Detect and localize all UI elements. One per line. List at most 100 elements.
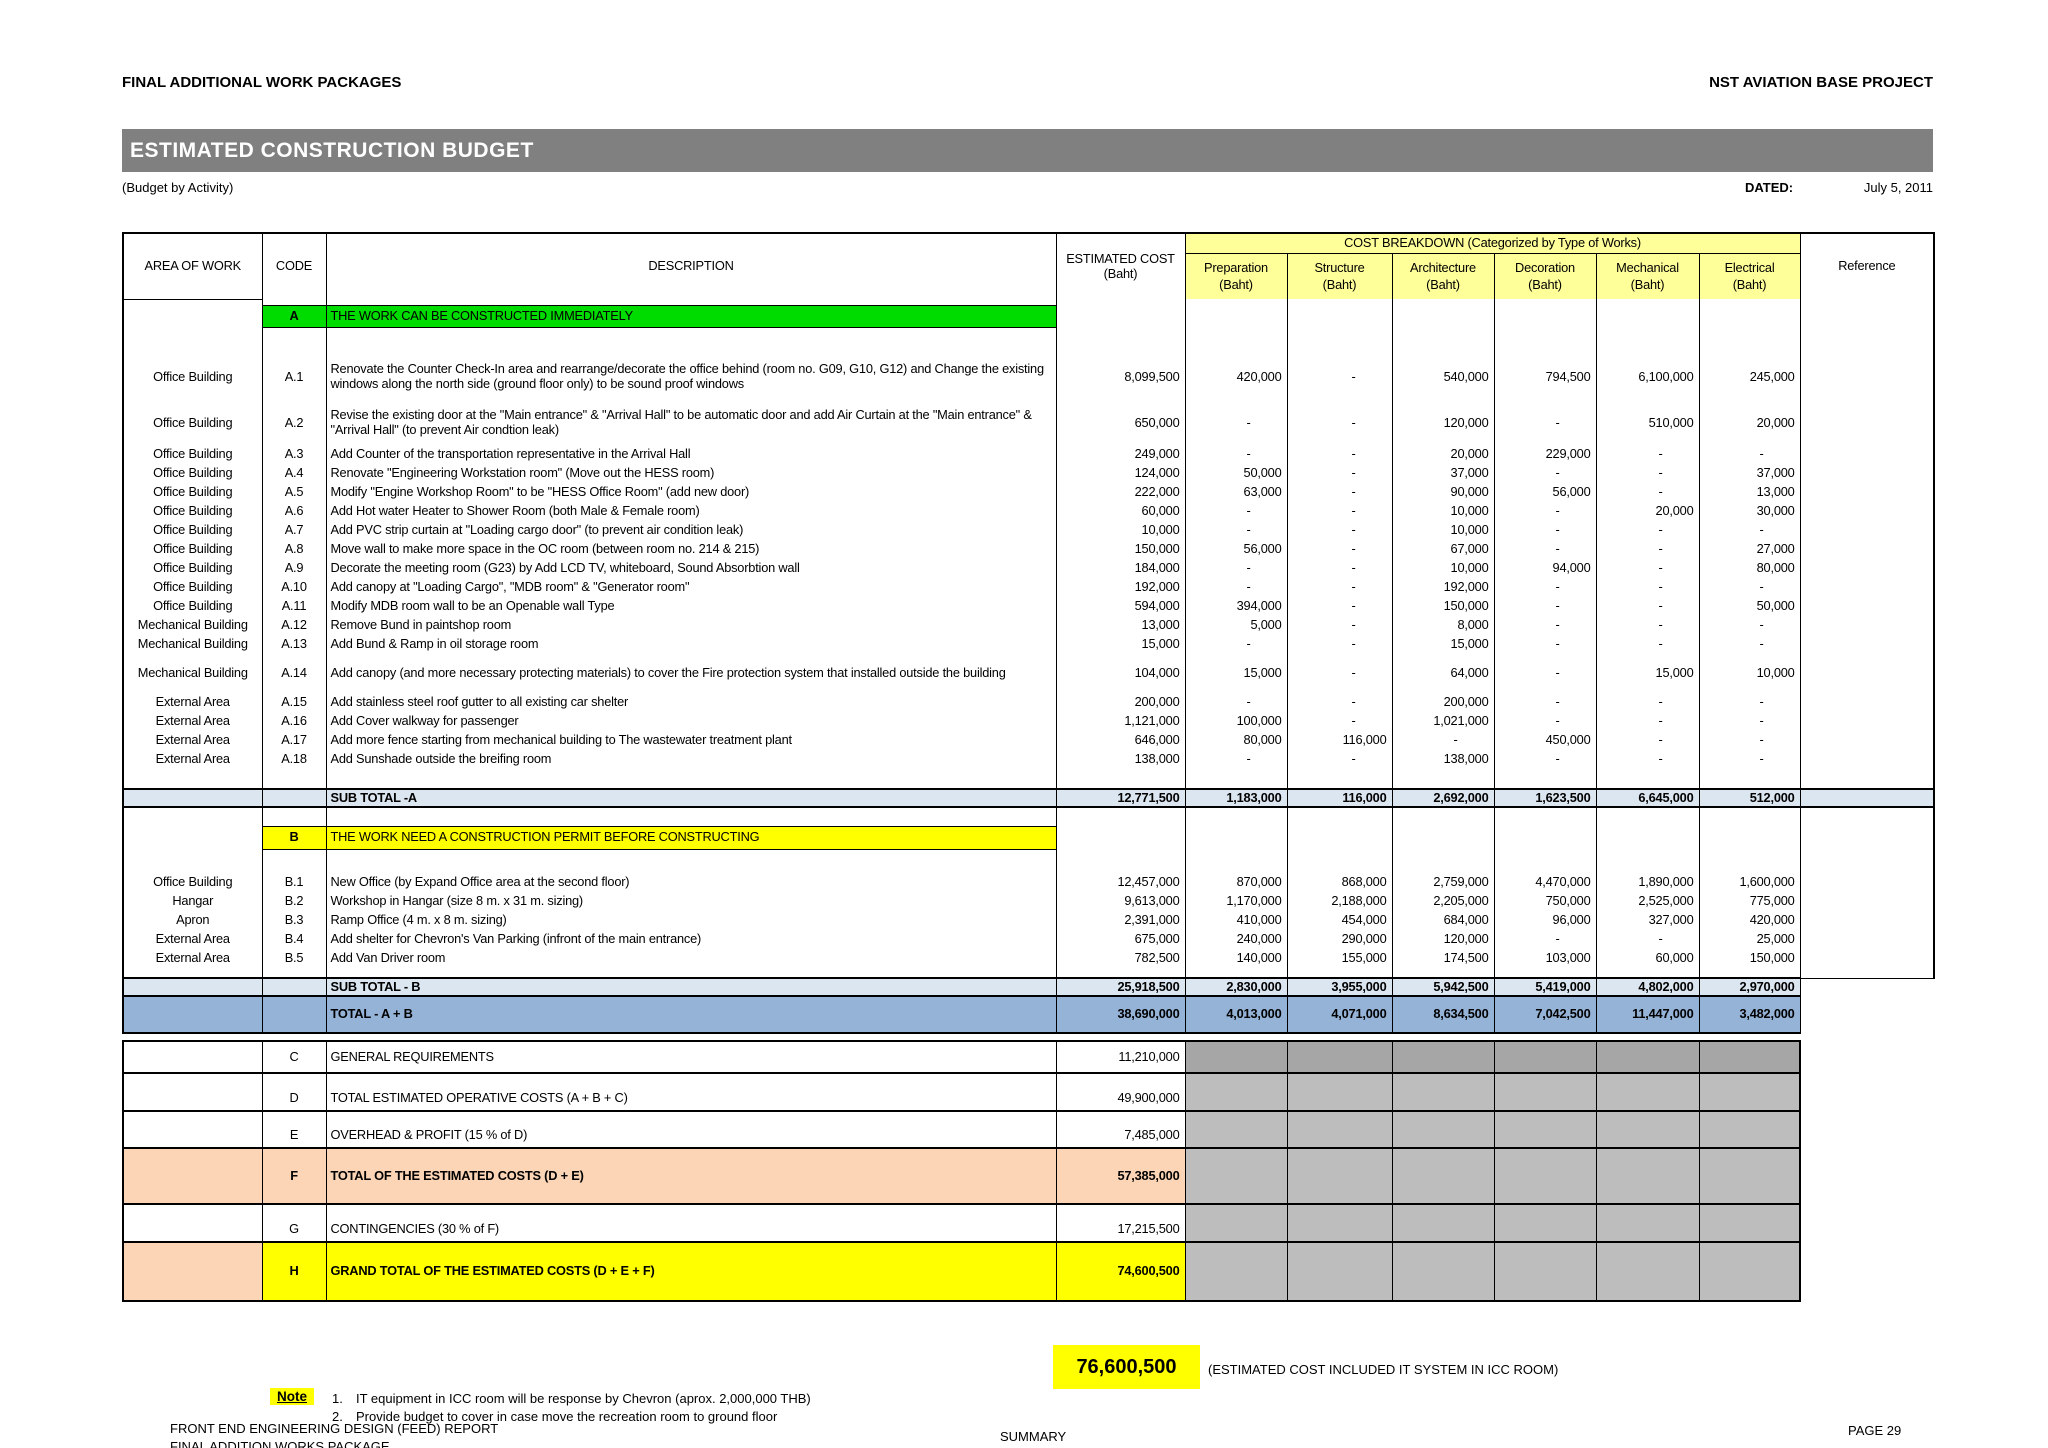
cell-B.2-dec: 750,000 [1494,892,1597,911]
cell-A.9-dec: 94,000 [1494,559,1597,578]
cell-A.17-mech: - [1596,731,1700,750]
summary-H-breakdown-blank [1494,1241,1597,1302]
table-row-A.17: External Area A.17 Add more fence starting… [122,731,1934,750]
cell-A.9-description: Decorate the meeting room (G23) by Add L… [326,559,1057,578]
subcol-title: Structure [1314,259,1365,275]
table-row-A.6: Office Building A.6 Add Hot water Heater t… [122,502,1934,521]
cell-A.6-prep: - [1185,502,1288,521]
summary-G-area-blank [122,1203,263,1243]
summary-D-breakdown-blank [1699,1072,1802,1112]
spacer-cell [262,807,327,826]
cell-A.3-description: Add Counter of the transportation repres… [326,445,1057,464]
cell-B.2-elec: 775,000 [1699,892,1801,911]
spacer-cell [1596,849,1700,873]
subtotal-a-row-arch: 2,692,000 [1392,788,1495,808]
cell-A.16-dec: - [1494,712,1597,731]
spacer-cell [1392,769,1495,789]
table-row-A.12: Mechanical Building A.12 Remove Bund in pa… [122,616,1934,635]
spacer-cell [326,807,1057,826]
spacer-cell [1392,327,1495,353]
spacer-cell [123,1033,1935,1041]
page-title: ESTIMATED CONSTRUCTION BUDGET [130,138,534,162]
cell-B.5-arch: 174,500 [1392,949,1495,968]
summary-row-E: E OVERHEAD & PROFIT (15 % of D) 7,485,000 [122,1110,1935,1149]
summary-D-reference-ghost [1800,1073,1935,1111]
cell-A.2-elec: 20,000 [1699,401,1801,445]
cell-A.9-code: A.9 [262,559,327,578]
cell-A.3-elec: - [1699,445,1801,464]
spacer-cell [122,968,263,978]
total-a-b-row-dec: 7,042,500 [1494,995,1597,1034]
cell-A.7-code: A.7 [262,521,327,540]
total-a-b-row-arch: 8,634,500 [1392,995,1495,1034]
summary-G-breakdown-blank [1185,1203,1288,1243]
cell-A.11-area: Office Building [122,597,263,616]
summary-F-code: F [262,1147,327,1205]
spacer-cell [1056,849,1186,873]
summary-E-code: E [262,1110,327,1149]
cell-A.18-area: External Area [122,750,263,769]
summary-F-breakdown-blank [1287,1147,1393,1205]
cell-A.2-code: A.2 [262,401,327,445]
cell-A.9-elec: 80,000 [1699,559,1801,578]
cell-A.8-estimated-cost: 150,000 [1056,540,1186,559]
cell-A.16-area: External Area [122,712,263,731]
cell-A.14-prep: 15,000 [1185,654,1288,693]
est-cost-line1: ESTIMATED COST [1066,250,1175,266]
section-b-breakdown-blank [1392,826,1495,849]
spacer-cell [1699,968,1801,978]
cell-B.2-description: Workshop in Hangar (size 8 m. x 31 m. si… [326,892,1057,911]
cell-B.4-estimated-cost: 675,000 [1056,930,1186,949]
cell-B.5-prep: 140,000 [1185,949,1288,968]
section-a-breakdown-blank [1699,305,1801,327]
grand-total-value: 76,600,500 [1076,1355,1177,1378]
cell-A.14-str: - [1287,654,1393,693]
cell-A.3-prep: - [1185,445,1288,464]
spacer-cell [1699,769,1801,789]
cell-A.12-description: Remove Bund in paintshop room [326,616,1057,635]
cell-A.10-description: Add canopy at "Loading Cargo", "MDB room… [326,578,1057,597]
table-row-A.3: Office Building A.3 Add Counter of the tra… [122,445,1934,464]
cell-A.10-elec: - [1699,578,1801,597]
spacer-cell [1596,327,1700,353]
spacer-cell [1699,849,1801,873]
cell-A.2-dec: - [1494,401,1597,445]
cell-B.1-str: 868,000 [1287,873,1393,892]
cell-A.7-description: Add PVC strip curtain at "Loading cargo … [326,521,1057,540]
section-b-header-row: B THE WORK NEED A CONSTRUCTION PERMIT BEF… [122,825,1934,850]
summary-C-breakdown-blank [1287,1040,1393,1074]
cell-B.2-estimated-cost: 9,613,000 [1056,892,1186,911]
cell-B.4-arch: 120,000 [1392,930,1495,949]
cell-A.13-prep: - [1185,635,1288,654]
cell-A.7-dec: - [1494,521,1597,540]
table-row-A.4: Office Building A.4 Renovate "Engineering … [122,464,1934,483]
spacer-row [122,968,1934,978]
est-cost-line2: (Baht) [1103,265,1138,281]
subtotal-b-row-estimated-cost: 25,918,500 [1056,977,1186,997]
col-header-description: DESCRIPTION [326,232,1057,299]
spacer-row [122,807,1936,979]
section-b-breakdown-blank [1596,826,1700,849]
cell-B.2-str: 2,188,000 [1287,892,1393,911]
section-a-title: THE WORK CAN BE CONSTRUCTED IMMEDIATELY [326,304,1057,328]
cell-A.2-prep: - [1185,401,1288,445]
summary-row-D: D TOTAL ESTIMATED OPERATIVE COSTS (A + B … [122,1072,1935,1112]
cell-A.13-elec: - [1699,635,1801,654]
cell-A.10-prep: - [1185,578,1288,597]
spacer-cell [1287,807,1393,826]
cell-A.16-elec: - [1699,712,1801,731]
cell-A.11-description: Modify MDB room wall to be an Openable w… [326,597,1057,616]
table-row-A.8: Office Building A.8 Move wall to make more… [122,540,1934,559]
cell-B.3-area: Apron [122,911,263,930]
cell-B.5-code: B.5 [262,949,327,968]
cell-A.6-mech: 20,000 [1596,502,1700,521]
cell-B.1-description: New Office (by Expand Office area at the… [326,873,1057,892]
summary-H-reference-ghost [1800,1242,1935,1301]
subtotal-b-row-area-blank [122,977,263,997]
cell-B.4-code: B.4 [262,930,327,949]
summary-C-breakdown-blank [1596,1040,1700,1074]
cell-A.1-str: - [1287,353,1393,401]
cell-A.14-mech: 15,000 [1596,654,1700,693]
cell-A.11-elec: 50,000 [1699,597,1801,616]
subcol-title: Architecture [1410,259,1476,275]
